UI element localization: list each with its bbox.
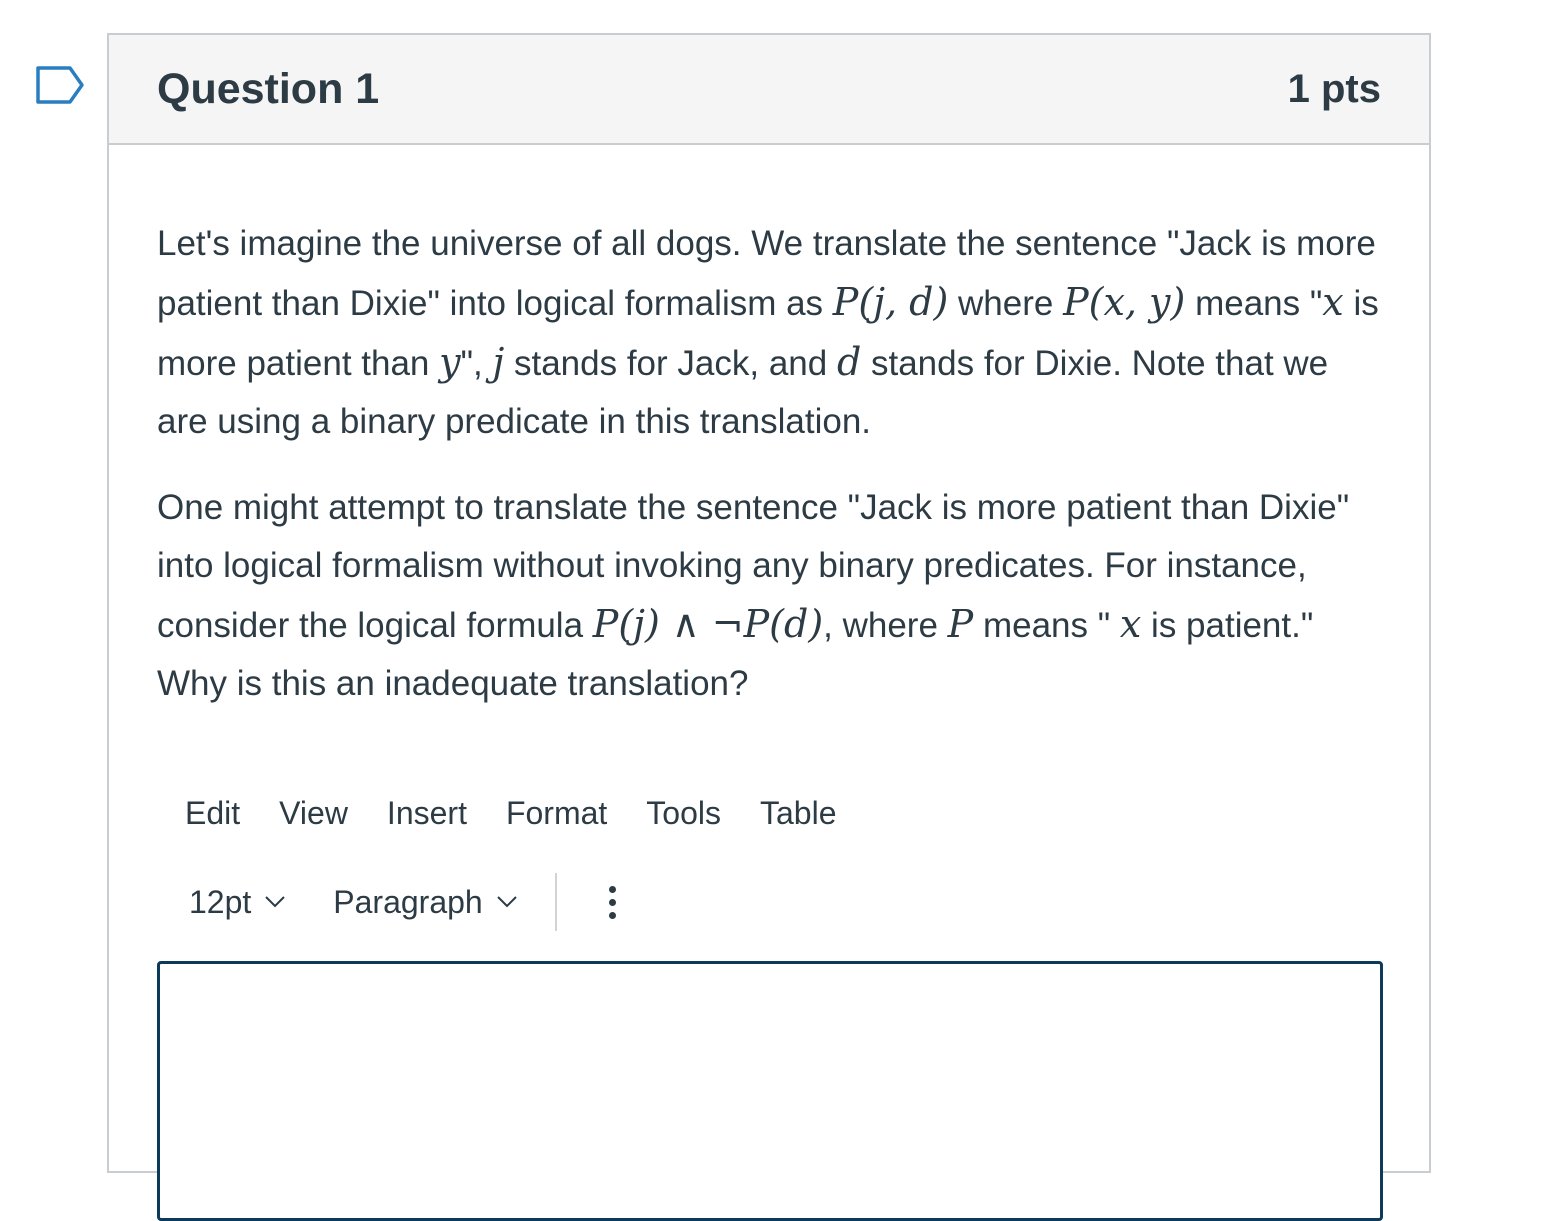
question-body: Let's imagine the universe of all dogs. … (109, 145, 1429, 1221)
math-expression: x (1119, 602, 1142, 646)
menu-format[interactable]: Format (506, 795, 607, 832)
answer-editor[interactable] (157, 961, 1383, 1221)
chevron-down-icon (265, 896, 285, 908)
question-points: 1 pts (1287, 66, 1381, 111)
font-size-select[interactable]: 12pt (189, 884, 285, 921)
bookmark-flag-icon[interactable] (36, 66, 86, 104)
toolbar-divider (554, 873, 557, 931)
menu-view[interactable]: View (279, 795, 348, 832)
question-paragraph-2: One might attempt to translate the sente… (157, 479, 1387, 713)
text: stands for Jack, and (504, 344, 837, 383)
math-expression: j (492, 340, 505, 384)
text: ", (460, 344, 493, 383)
text: where (948, 284, 1064, 323)
math-expression: P(j) ∧ ¬P(d) (592, 602, 824, 646)
menu-insert[interactable]: Insert (387, 795, 467, 832)
font-size-value: 12pt (189, 883, 252, 920)
math-expression: P(x, y) (1063, 280, 1186, 324)
math-expression: y (439, 340, 461, 384)
math-expression: d (836, 340, 862, 384)
editor-toolbar: 12pt Paragraph (157, 872, 1381, 932)
text: means " (1185, 284, 1323, 323)
text: means " (973, 606, 1120, 645)
editor-menubar: Edit View Insert Format Tools Table (157, 795, 1381, 832)
question-header: Question 1 1 pts (109, 35, 1429, 145)
question-title: Question 1 (157, 64, 380, 113)
menu-tools[interactable]: Tools (646, 795, 721, 832)
chevron-down-icon (497, 896, 517, 908)
math-expression: P(j, d) (832, 280, 949, 324)
math-expression: x (1322, 280, 1344, 324)
menu-edit[interactable]: Edit (185, 795, 240, 832)
math-expression: P (947, 602, 974, 646)
block-format-select[interactable]: Paragraph (333, 883, 517, 921)
question-paragraph-1: Let's imagine the universe of all dogs. … (157, 215, 1387, 451)
menu-table[interactable]: Table (760, 795, 837, 832)
question-card: Question 1 1 pts Let's imagine the unive… (107, 33, 1431, 1221)
text: , where (823, 606, 948, 645)
block-format-value: Paragraph (333, 883, 483, 920)
more-vertical-icon[interactable] (608, 885, 616, 919)
